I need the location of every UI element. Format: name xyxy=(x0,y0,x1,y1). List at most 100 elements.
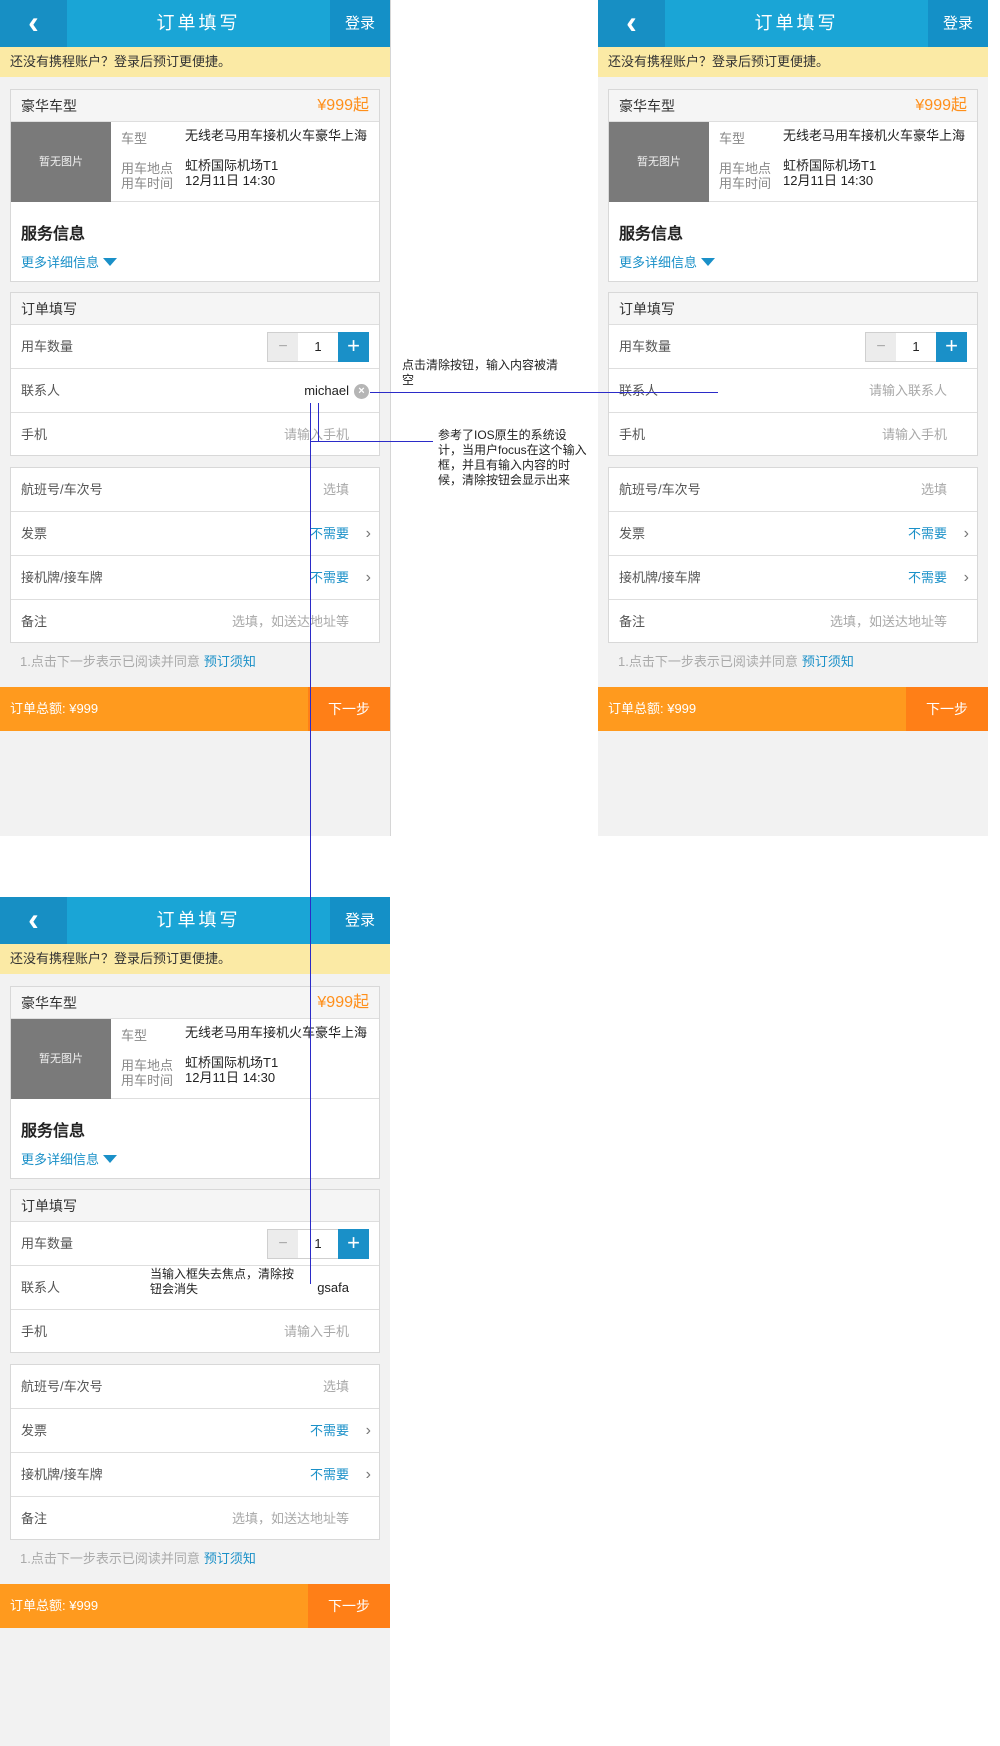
connector-line xyxy=(310,441,433,442)
plus-button[interactable]: + xyxy=(338,1229,369,1259)
more-details-label: 更多详细信息 xyxy=(21,255,100,270)
invoice-value: 不需要 xyxy=(907,526,947,541)
plus-button[interactable]: + xyxy=(936,332,967,362)
invoice-row[interactable]: 发票 不需要 › xyxy=(11,1409,379,1453)
phone-input[interactable]: 请输入手机 xyxy=(882,413,947,457)
login-notice[interactable]: 还没有携程账户？登录后预订更便捷。 xyxy=(0,47,390,77)
booking-terms-link[interactable]: 预订须知 xyxy=(802,654,854,669)
flight-input[interactable]: 选填 xyxy=(921,468,947,512)
invoice-value: 不需要 xyxy=(309,526,349,541)
order-form: 订单填写 用车数量 − 1 + 联系人 michael × 手机 请输入手机 xyxy=(10,292,380,456)
more-details-link[interactable]: 更多详细信息 xyxy=(21,1149,118,1168)
phone-input[interactable]: 请输入手机 xyxy=(284,1310,349,1354)
contact-input[interactable]: 请输入联系人 xyxy=(869,369,947,413)
nav-header: ‹ 订单填写 登录 xyxy=(0,897,390,944)
remark-row[interactable]: 备注 选填，如送达地址等 xyxy=(11,600,379,644)
remark-row[interactable]: 备注 选填，如送达地址等 xyxy=(609,600,977,644)
flight-row[interactable]: 航班号/车次号 选填 xyxy=(11,1365,379,1409)
footer-bar: 订单总额: ¥999 下一步 xyxy=(598,687,988,731)
order-form: 订单填写 用车数量 − 1 + 联系人 请输入联系人 手机 请输入手机 xyxy=(608,292,978,456)
product-head: 豪华车型 ¥999起 xyxy=(11,987,379,1019)
quantity-value[interactable]: 1 xyxy=(896,333,936,361)
phone-input[interactable]: 请输入手机 xyxy=(284,413,349,457)
minus-button[interactable]: − xyxy=(268,333,298,361)
annotation-clear-tap: 点击清除按钮，输入内容被清空 xyxy=(402,358,559,387)
annotation-blur: 当输入框失去焦点，清除按钮会消失 xyxy=(150,1267,295,1296)
back-button[interactable]: ‹ xyxy=(0,0,67,47)
remark-label: 备注 xyxy=(21,1511,48,1526)
service-title: 服务信息 xyxy=(619,226,684,243)
back-button[interactable]: ‹ xyxy=(598,0,665,47)
no-image-placeholder: 暂无图片 xyxy=(11,1019,111,1099)
pickup-sign-label: 接机牌/接车牌 xyxy=(619,570,701,585)
product-info: 暂无图片 车型 无线老马用车接机火车豪华上海 用车地点 虹桥国际机场T1 用车时… xyxy=(11,122,379,202)
login-notice[interactable]: 还没有携程账户？登录后预订更便捷。 xyxy=(0,944,390,974)
clear-icon[interactable]: × xyxy=(354,384,369,399)
quantity-value[interactable]: 1 xyxy=(298,1230,338,1258)
quantity-stepper: − 1 + xyxy=(865,332,967,362)
booking-terms-link[interactable]: 预订须知 xyxy=(204,1551,256,1566)
contact-input[interactable]: gsafa xyxy=(317,1266,349,1310)
remark-input[interactable]: 选填，如送达地址等 xyxy=(232,600,349,644)
chevron-right-icon: › xyxy=(963,525,969,542)
contact-row[interactable]: 联系人 请输入联系人 xyxy=(609,369,977,413)
no-image-placeholder: 暂无图片 xyxy=(11,122,111,202)
flight-input[interactable]: 选填 xyxy=(323,1365,349,1409)
contact-row[interactable]: 联系人 michael × xyxy=(11,369,379,413)
pickup-sign-row[interactable]: 接机牌/接车牌 不需要 › xyxy=(11,1453,379,1497)
page-title: 订单填写 xyxy=(156,13,241,33)
login-button[interactable]: 登录 xyxy=(330,0,390,47)
flight-input[interactable]: 选填 xyxy=(323,468,349,512)
minus-button[interactable]: − xyxy=(866,333,896,361)
pickup-sign-label: 接机牌/接车牌 xyxy=(21,570,103,585)
invoice-row[interactable]: 发票 不需要 › xyxy=(609,512,977,556)
invoice-label: 发票 xyxy=(21,1423,48,1438)
login-notice[interactable]: 还没有携程账户？登录后预订更便捷。 xyxy=(598,47,988,77)
phone-row[interactable]: 手机 请输入手机 xyxy=(11,413,379,457)
login-button[interactable]: 登录 xyxy=(330,897,390,944)
price: ¥999起 xyxy=(317,994,369,1011)
time-value: 12月11日 14:30 xyxy=(185,173,276,188)
invoice-row[interactable]: 发票 不需要 › xyxy=(11,512,379,556)
booking-terms-link[interactable]: 预订须知 xyxy=(204,654,256,669)
pickup-sign-label: 接机牌/接车牌 xyxy=(21,1467,103,1482)
quantity-stepper: − 1 + xyxy=(267,1229,369,1259)
phone-row[interactable]: 手机 请输入手机 xyxy=(609,413,977,457)
chevron-right-icon: › xyxy=(365,569,371,586)
next-button[interactable]: 下一步 xyxy=(906,687,988,731)
footer-bar: 订单总额: ¥999 下一步 xyxy=(0,1584,390,1628)
quantity-value[interactable]: 1 xyxy=(298,333,338,361)
pickup-sign-value: 不需要 xyxy=(907,570,947,585)
agreement: 1.点击下一步表示已阅读并同意 预订须知 xyxy=(20,651,256,670)
screen-cleared: ‹ 订单填写 登录 还没有携程账户？登录后预订更便捷。 豪华车型 ¥999起 暂… xyxy=(598,0,988,836)
remark-input[interactable]: 选填，如送达地址等 xyxy=(232,1497,349,1541)
contact-label: 联系人 xyxy=(21,1280,61,1295)
flight-row[interactable]: 航班号/车次号 选填 xyxy=(609,468,977,512)
chevron-right-icon: › xyxy=(963,569,969,586)
page-title: 订单填写 xyxy=(754,13,839,33)
next-button[interactable]: 下一步 xyxy=(308,1584,390,1628)
remark-row[interactable]: 备注 选填，如送达地址等 xyxy=(11,1497,379,1541)
pickup-sign-row[interactable]: 接机牌/接车牌 不需要 › xyxy=(609,556,977,600)
next-button[interactable]: 下一步 xyxy=(308,687,390,731)
more-details-link[interactable]: 更多详细信息 xyxy=(619,252,716,271)
phone-label: 手机 xyxy=(619,427,646,442)
chevron-right-icon: › xyxy=(365,1422,371,1439)
quantity-row: 用车数量 − 1 + xyxy=(11,325,379,369)
login-button[interactable]: 登录 xyxy=(928,0,988,47)
back-button[interactable]: ‹ xyxy=(0,897,67,944)
remark-input[interactable]: 选填，如送达地址等 xyxy=(830,600,947,644)
flight-row[interactable]: 航班号/车次号 选填 xyxy=(11,468,379,512)
invoice-label: 发票 xyxy=(21,526,48,541)
annotation-ios-design: 参考了IOS原生的系统设计，当用户focus在这个输入框，并且有输入内容的时候，… xyxy=(438,428,587,487)
minus-button[interactable]: − xyxy=(268,1230,298,1258)
phone-row[interactable]: 手机 请输入手机 xyxy=(11,1310,379,1354)
service-title: 服务信息 xyxy=(21,1123,86,1140)
more-details-link[interactable]: 更多详细信息 xyxy=(21,252,118,271)
car-type-value: 无线老马用车接机火车豪华上海 xyxy=(185,1025,368,1040)
invoice-value: 不需要 xyxy=(309,1423,349,1438)
order-total: 订单总额: ¥999 xyxy=(608,701,697,716)
plus-button[interactable]: + xyxy=(338,332,369,362)
pickup-sign-row[interactable]: 接机牌/接车牌 不需要 › xyxy=(11,556,379,600)
phone-label: 手机 xyxy=(21,427,48,442)
